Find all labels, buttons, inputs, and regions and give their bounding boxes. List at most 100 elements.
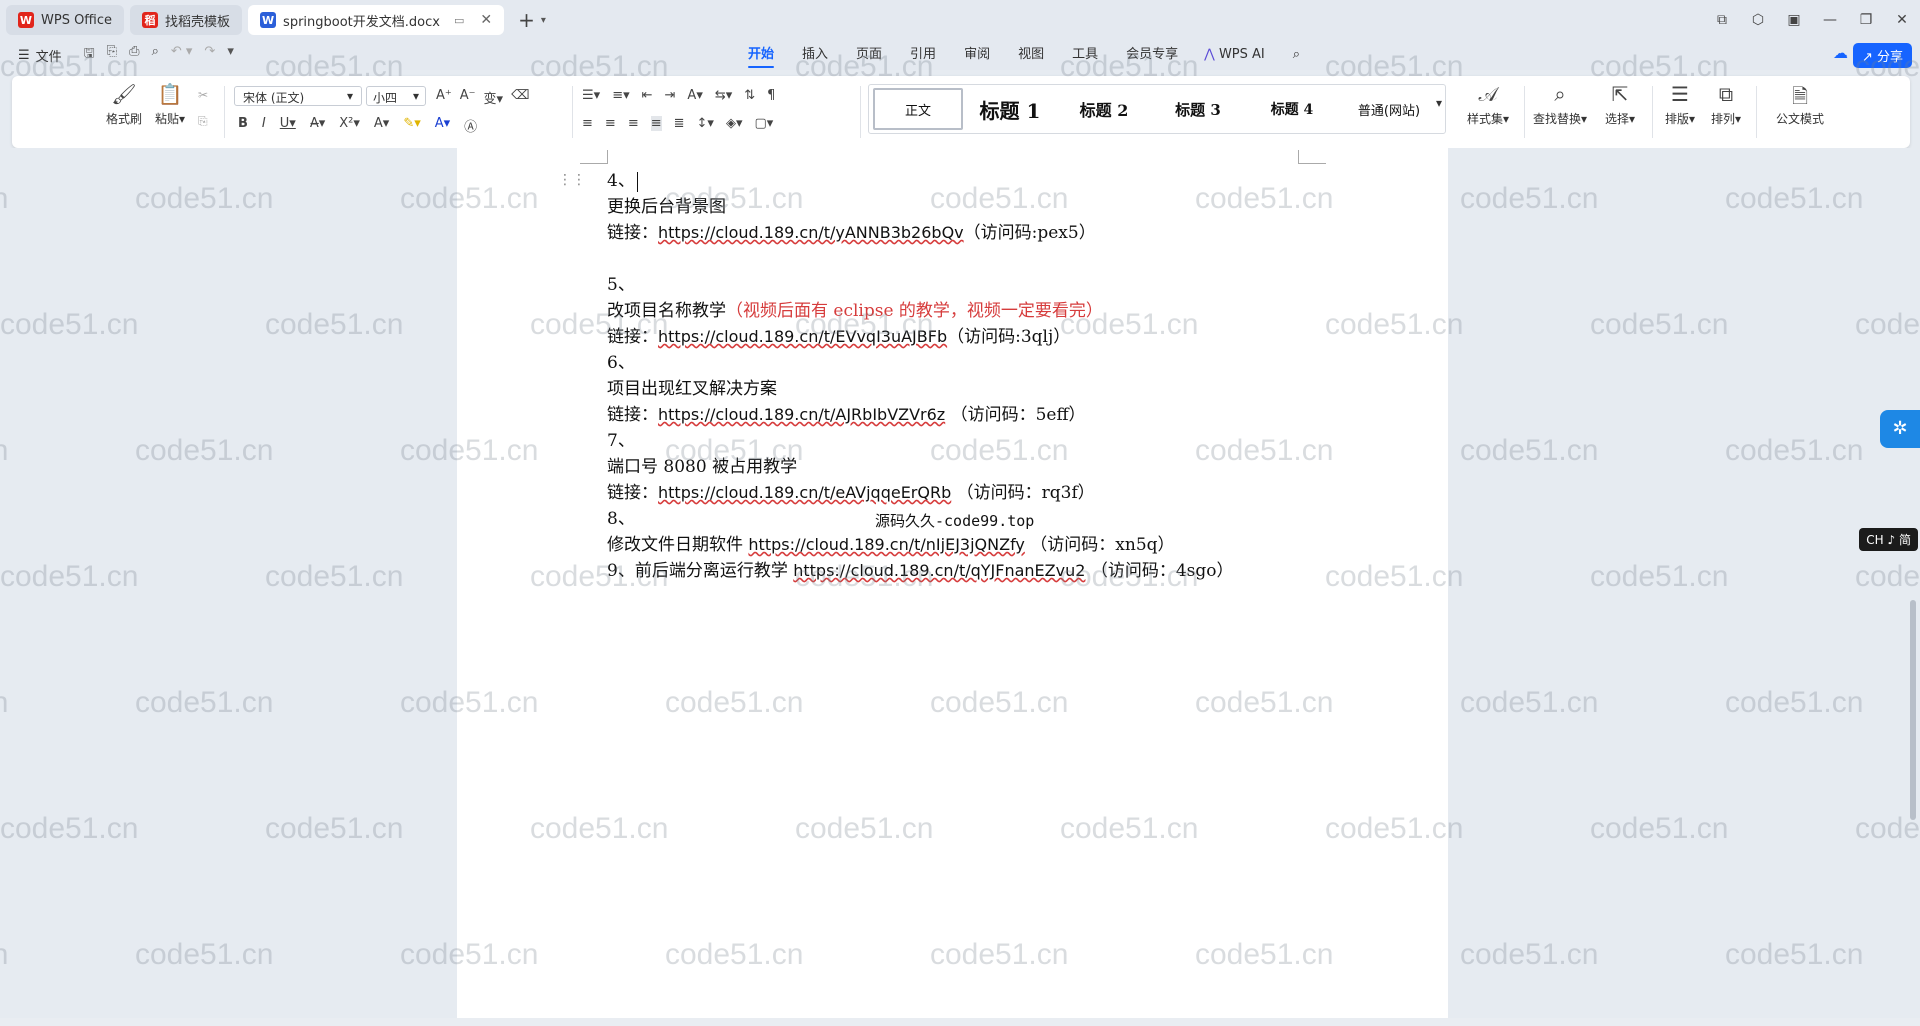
grow-font-icon[interactable]: A⁺ (436, 88, 452, 107)
arrange-button[interactable]: ⧉ 排列▾ (1704, 82, 1748, 127)
official-doc-icon: 🗎 (1791, 84, 1809, 108)
text-cursor (636, 171, 638, 192)
cloud-link[interactable]: https://cloud.189.cn/t/eAVjqqeErQRb (658, 483, 951, 502)
align-left-icon[interactable]: ≡ (582, 116, 593, 131)
tab-review[interactable]: 审阅 (950, 40, 1004, 70)
style-heading-4[interactable]: 标题 4 (1245, 88, 1339, 130)
style-web[interactable]: 普通(网站) (1339, 88, 1439, 130)
new-tab-icon[interactable]: + (518, 8, 535, 32)
style-heading-1[interactable]: 标题 1 (963, 88, 1057, 130)
find-replace-button[interactable]: ⌕ 查找替换▾ (1528, 82, 1592, 127)
font-name-value: 宋体 (正文) (243, 91, 305, 105)
search-icon[interactable]: ⌕ (1279, 40, 1314, 70)
underline-icon[interactable]: U▾ (280, 116, 296, 135)
increase-indent-icon[interactable]: ⇥ (665, 88, 676, 103)
tab-references[interactable]: 引用 (896, 40, 950, 70)
layout-icon: ☰ (1671, 82, 1689, 106)
layout-icon[interactable]: ⧉ (1704, 12, 1740, 28)
cloud-link[interactable]: https://cloud.189.cn/t/EVvqI3uAJBFb (658, 327, 947, 346)
shrink-font-icon[interactable]: A⁻ (460, 88, 476, 107)
bullet-list-icon[interactable]: ☰▾ (582, 88, 600, 103)
close-tab-icon[interactable]: ✕ (480, 12, 492, 28)
style-set-icon: 𝒜 (1478, 82, 1498, 106)
official-mode-button[interactable]: 🗎 公文模式 (1768, 82, 1832, 127)
italic-icon[interactable]: I (262, 116, 266, 135)
assistant-float-button[interactable]: ✲ (1880, 410, 1920, 448)
minimize-icon[interactable]: — (1812, 12, 1848, 28)
monitor-icon[interactable]: ▭ (454, 14, 464, 27)
list-item: 链接：https://cloud.189.cn/t/EVvqI3uAJBFb（访… (607, 324, 1427, 350)
shading-icon[interactable]: ◈▾ (726, 116, 743, 131)
file-menu[interactable]: ☰ 文件 (18, 46, 62, 65)
list-item: 改项目名称教学（视频后面有 eclipse 的教学，视频一定要看完） (607, 298, 1427, 324)
tab-tools[interactable]: 工具 (1058, 40, 1112, 70)
cloud-link[interactable]: https://cloud.189.cn/t/AJRbIbVZVr6z (658, 405, 945, 424)
ime-indicator[interactable]: CH ♪ 简 (1859, 528, 1918, 551)
strikethrough-icon[interactable]: A̶▾ (310, 116, 325, 135)
tab-member[interactable]: 会员专享 (1112, 40, 1192, 70)
bold-icon[interactable]: B (238, 116, 248, 135)
select-button[interactable]: ⇱ 选择▾ (1596, 82, 1644, 127)
show-marks-icon[interactable]: ¶ (767, 88, 775, 103)
tab-home[interactable]: 开始 (734, 40, 788, 70)
sort-icon[interactable]: ⇅ (744, 88, 755, 103)
chevron-down-icon[interactable]: ▾ (541, 15, 546, 26)
document-content[interactable]: 4、 更换后台背景图 链接：https://cloud.189.cn/t/yAN… (607, 168, 1427, 584)
highlight-icon[interactable]: ✎▾ (403, 116, 420, 135)
undo-icon[interactable]: ↶ ▾ (171, 44, 193, 66)
close-window-icon[interactable]: ✕ (1884, 12, 1920, 28)
cloud-link[interactable]: https://cloud.189.cn/t/nIjEJ3jQNZfy (748, 535, 1024, 554)
phonetic-icon[interactable]: 变▾ (484, 88, 504, 107)
line-spacing-icon[interactable]: ↕▾ (697, 116, 714, 131)
avatar[interactable]: ▣ (1776, 12, 1812, 28)
box-icon[interactable]: ⬡ (1740, 12, 1776, 28)
redo-icon[interactable]: ↷ (204, 44, 215, 66)
decrease-indent-icon[interactable]: ⇤ (642, 88, 653, 103)
paste-button[interactable]: 📋 粘贴▾ (148, 82, 192, 127)
tab-docer-templates[interactable]: 稻 找稻壳模板 (130, 5, 243, 35)
cloud-link[interactable]: https://cloud.189.cn/t/yANNB3b26bQv (658, 223, 964, 242)
print-preview-icon[interactable]: ⌕ (152, 44, 159, 66)
cloud-sync-icon[interactable]: ☁ (1833, 44, 1848, 62)
tab-page[interactable]: 页面 (842, 40, 896, 70)
tab-document[interactable]: W springboot开发文档.docx ▭ ✕ (248, 5, 505, 35)
font-color-icon[interactable]: A▾ (435, 116, 450, 135)
layout-button[interactable]: ☰ 排版▾ (1658, 82, 1702, 127)
wps-ai-button[interactable]: ⋀ WPS AI (1192, 40, 1279, 70)
cut-icon[interactable]: ✂ (198, 88, 208, 102)
border-icon[interactable]: ▢▾ (754, 116, 773, 131)
style-scroll-icon[interactable]: ▾ (1436, 96, 1442, 110)
chinese-layout-icon[interactable]: A▾ (687, 88, 702, 103)
justify-icon[interactable]: ≡ (650, 116, 662, 131)
font-name-select[interactable]: 宋体 (正文) ▾ (234, 86, 362, 106)
style-set-button[interactable]: 𝒜 样式集▾ (1456, 82, 1520, 127)
tab-view[interactable]: 视图 (1004, 40, 1058, 70)
cloud-link[interactable]: https://cloud.189.cn/t/qYJFnanEZvu2 (793, 561, 1085, 580)
align-center-icon[interactable]: ≡ (605, 116, 616, 131)
text-effect-icon[interactable]: A▾ (374, 116, 389, 135)
clear-format-icon[interactable]: ⌫ (511, 88, 529, 107)
export-icon[interactable]: ⎘ (107, 44, 117, 66)
copy-icon[interactable]: ⎘ (198, 114, 208, 129)
style-normal[interactable]: 正文 (873, 88, 963, 130)
tab-wps-office[interactable]: W WPS Office (6, 5, 125, 35)
vertical-scrollbar[interactable] (1910, 600, 1916, 820)
distribute-icon[interactable]: ≣ (674, 116, 685, 131)
align-right-icon[interactable]: ≡ (628, 116, 639, 131)
superscript-icon[interactable]: X²▾ (339, 116, 360, 135)
share-button[interactable]: ↗ 分享 (1852, 43, 1912, 68)
char-shading-icon[interactable]: Ⓐ (464, 116, 477, 135)
style-heading-2[interactable]: 标题 2 (1057, 88, 1151, 130)
save-icon[interactable]: 🖫 (84, 44, 95, 66)
text-direction-icon[interactable]: ⇆▾ (715, 88, 732, 103)
print-icon[interactable]: ⎙ (129, 44, 139, 66)
tab-insert[interactable]: 插入 (788, 40, 842, 70)
site-stamp: 源码久久-code99.top (875, 512, 1035, 530)
numbered-list-icon[interactable]: ≡▾ (612, 88, 629, 103)
font-size-select[interactable]: 小四 ▾ (366, 86, 426, 106)
more-icon[interactable]: ▾ (227, 44, 234, 66)
style-heading-3[interactable]: 标题 3 (1151, 88, 1245, 130)
restore-icon[interactable]: ❐ (1848, 12, 1884, 28)
drag-handle-icon[interactable]: ⋮⋮ (558, 172, 586, 188)
format-painter-button[interactable]: 🖌 格式刷 (100, 82, 148, 127)
